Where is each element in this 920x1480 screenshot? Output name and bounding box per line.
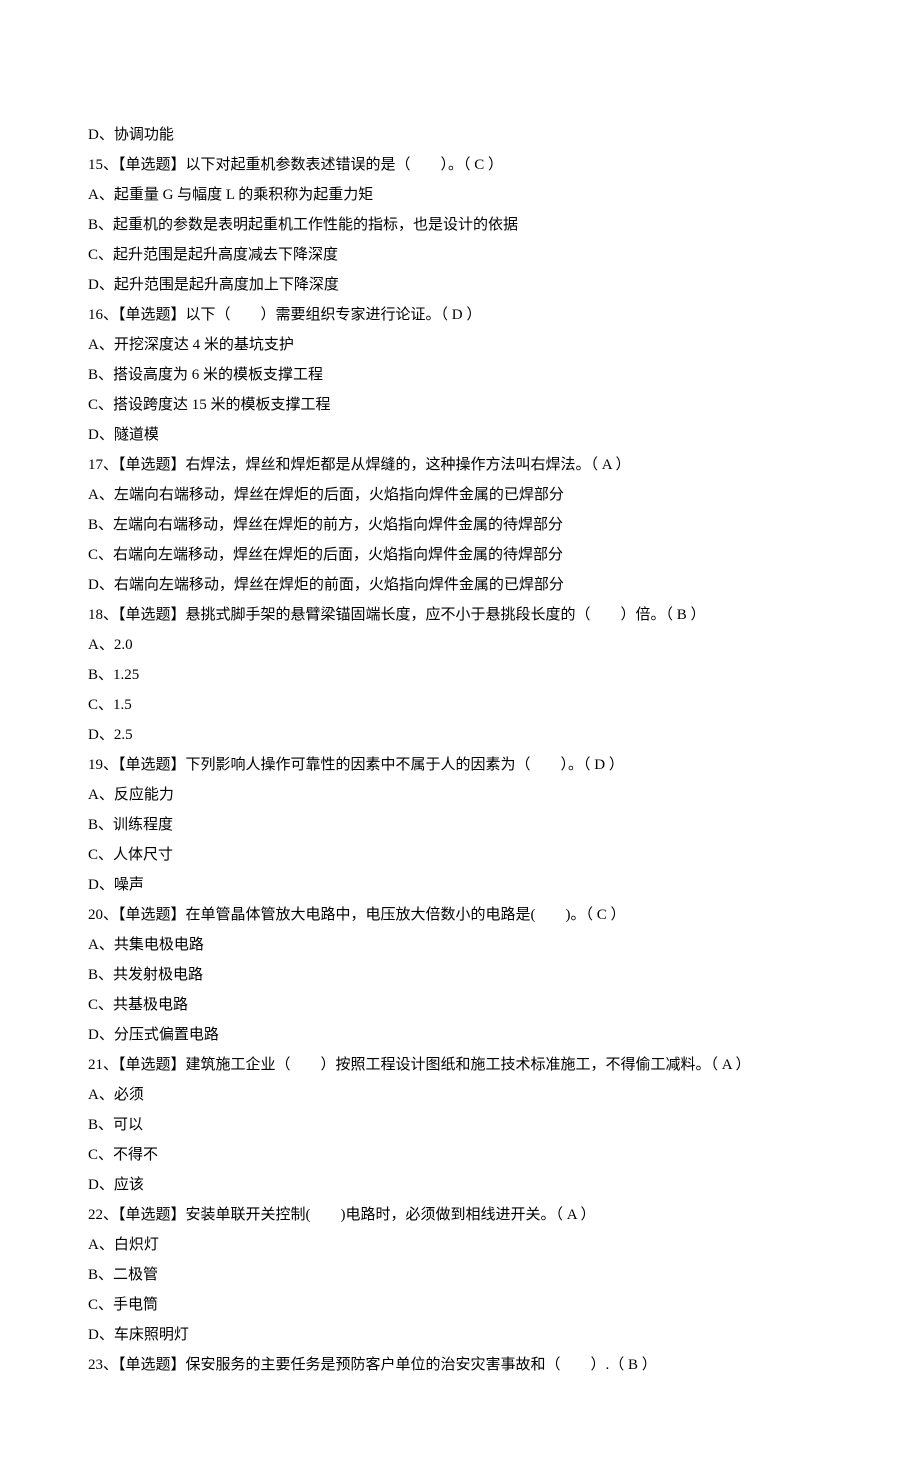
text-line: A、白炽灯 — [88, 1230, 832, 1260]
text-line: D、隧道模 — [88, 420, 832, 450]
text-line: A、起重量 G 与幅度 L 的乘积称为起重力矩 — [88, 180, 832, 210]
text-line: B、起重机的参数是表明起重机工作性能的指标，也是设计的依据 — [88, 210, 832, 240]
text-line: 22、【单选题】安装单联开关控制( )电路时，必须做到相线进开关。（ A ） — [88, 1200, 832, 1230]
text-line: C、不得不 — [88, 1140, 832, 1170]
text-line: A、共集电极电路 — [88, 930, 832, 960]
text-line: D、车床照明灯 — [88, 1320, 832, 1350]
text-line: C、起升范围是起升高度减去下降深度 — [88, 240, 832, 270]
text-line: C、人体尺寸 — [88, 840, 832, 870]
text-line: 19、【单选题】下列影响人操作可靠性的因素中不属于人的因素为（ ）。（ D ） — [88, 750, 832, 780]
document-body: D、协调功能15、【单选题】以下对起重机参数表述错误的是（ ）。（ C ）A、起… — [88, 120, 832, 1380]
text-line: A、必须 — [88, 1080, 832, 1110]
text-line: A、左端向右端移动，焊丝在焊炬的后面，火焰指向焊件金属的已焊部分 — [88, 480, 832, 510]
text-line: D、应该 — [88, 1170, 832, 1200]
text-line: B、二极管 — [88, 1260, 832, 1290]
text-line: B、左端向右端移动，焊丝在焊炬的前方，火焰指向焊件金属的待焊部分 — [88, 510, 832, 540]
text-line: D、分压式偏置电路 — [88, 1020, 832, 1050]
text-line: D、2.5 — [88, 720, 832, 750]
text-line: 18、【单选题】悬挑式脚手架的悬臂梁锚固端长度，应不小于悬挑段长度的（ ）倍。（… — [88, 600, 832, 630]
text-line: A、反应能力 — [88, 780, 832, 810]
text-line: A、开挖深度达 4 米的基坑支护 — [88, 330, 832, 360]
text-line: 16、【单选题】以下（ ）需要组织专家进行论证。（ D ） — [88, 300, 832, 330]
text-line: 17、【单选题】右焊法，焊丝和焊炬都是从焊缝的，这种操作方法叫右焊法。（ A ） — [88, 450, 832, 480]
text-line: 23、【单选题】保安服务的主要任务是预防客户单位的治安灾害事故和（ ）.（ B … — [88, 1350, 832, 1380]
text-line: C、1.5 — [88, 690, 832, 720]
text-line: A、2.0 — [88, 630, 832, 660]
text-line: D、起升范围是起升高度加上下降深度 — [88, 270, 832, 300]
text-line: B、训练程度 — [88, 810, 832, 840]
text-line: B、搭设高度为 6 米的模板支撑工程 — [88, 360, 832, 390]
text-line: 15、【单选题】以下对起重机参数表述错误的是（ ）。（ C ） — [88, 150, 832, 180]
text-line: 20、【单选题】在单管晶体管放大电路中，电压放大倍数小的电路是( )。（ C ） — [88, 900, 832, 930]
text-line: C、右端向左端移动，焊丝在焊炬的后面，火焰指向焊件金属的待焊部分 — [88, 540, 832, 570]
text-line: C、共基极电路 — [88, 990, 832, 1020]
text-line: D、噪声 — [88, 870, 832, 900]
text-line: C、手电筒 — [88, 1290, 832, 1320]
text-line: 21、【单选题】建筑施工企业（ ）按照工程设计图纸和施工技术标准施工，不得偷工减… — [88, 1050, 832, 1080]
text-line: C、搭设跨度达 15 米的模板支撑工程 — [88, 390, 832, 420]
text-line: B、共发射极电路 — [88, 960, 832, 990]
text-line: D、协调功能 — [88, 120, 832, 150]
text-line: D、右端向左端移动，焊丝在焊炬的前面，火焰指向焊件金属的已焊部分 — [88, 570, 832, 600]
text-line: B、可以 — [88, 1110, 832, 1140]
text-line: B、1.25 — [88, 660, 832, 690]
